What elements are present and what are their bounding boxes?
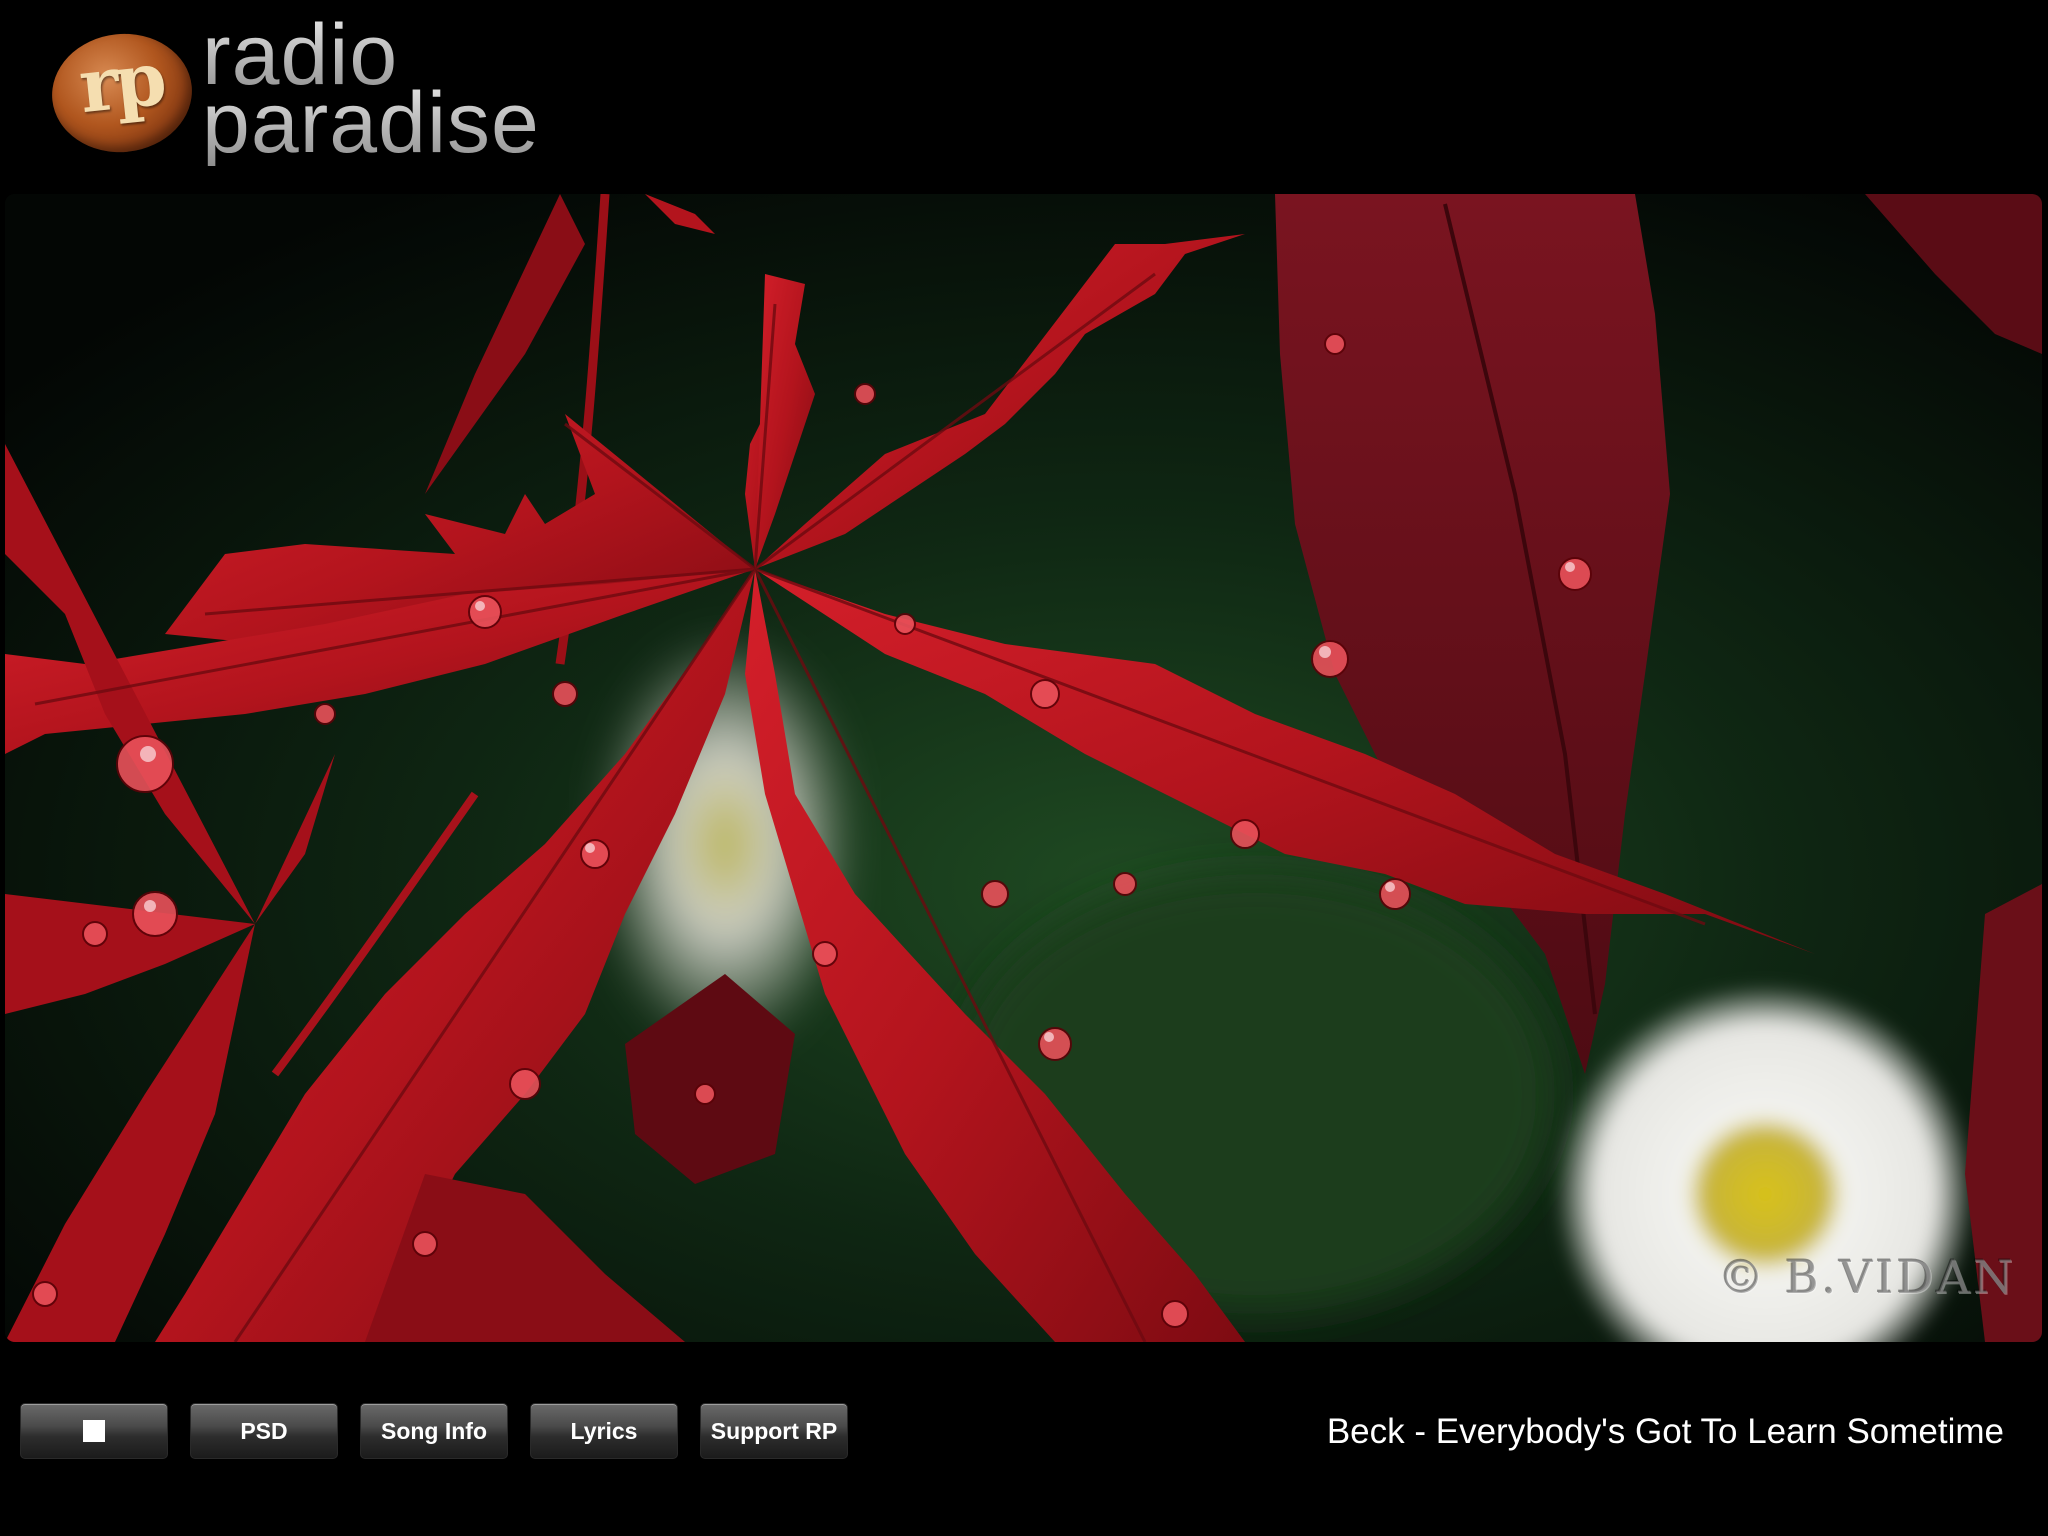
now-playing-text: Beck - Everybody's Got To Learn Sometime: [1326, 1412, 2004, 1451]
radio-paradise-app: rp radio paradise © B.VIDAN PSD Song Inf…: [0, 0, 2048, 1536]
lyrics-button[interactable]: Lyrics: [530, 1403, 678, 1459]
player-controls: PSD Song Info Lyrics Support RP: [20, 1403, 848, 1461]
stop-icon: [83, 1420, 105, 1442]
logo-badge-text: rp: [75, 35, 167, 131]
logo-word-paradise: paradise: [202, 75, 540, 171]
photo-watermark: © B.VIDAN: [1718, 1250, 2016, 1304]
rp-badge-icon: rp: [46, 27, 198, 159]
slideshow-image[interactable]: © B.VIDAN: [5, 194, 2042, 1342]
psd-button[interactable]: PSD: [190, 1403, 338, 1459]
radio-paradise-logo[interactable]: rp radio paradise: [46, 6, 650, 186]
stop-button[interactable]: [20, 1403, 168, 1459]
support-rp-button[interactable]: Support RP: [700, 1403, 848, 1459]
red-maple-leaf-photo: [5, 194, 2042, 1342]
song-info-button[interactable]: Song Info: [360, 1403, 508, 1459]
